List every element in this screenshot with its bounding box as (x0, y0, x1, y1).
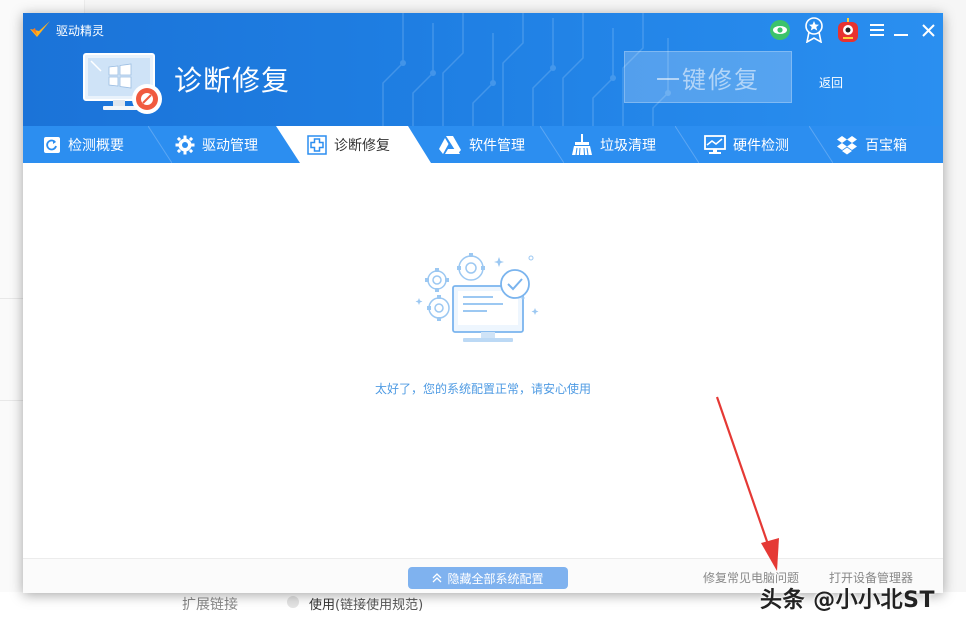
tab-separator (148, 126, 172, 163)
hide-all-config-label: 隐藏全部系统配置 (447, 571, 544, 586)
eye-protect-button[interactable] (763, 16, 797, 44)
tab-label: 硬件检测 (733, 137, 789, 154)
diagnose-monitor-icon (83, 53, 162, 114)
tab-overview[interactable]: 检测概要 (43, 126, 124, 163)
hamburger-icon (870, 24, 884, 36)
hide-all-config-button[interactable]: 隐藏全部系统配置 (408, 567, 568, 589)
refresh-doc-icon (44, 136, 60, 153)
tab-separator (809, 126, 833, 163)
page-title: 诊断修复 (174, 64, 291, 97)
tab-diagnose-repair[interactable]: 诊断修复 (307, 126, 390, 163)
red-annotation-arrow (715, 396, 779, 571)
triangle-logo-icon (439, 135, 461, 154)
main-tab-bar: 检测概要 驱动管理 诊断修复 软件管理 垃圾清理 硬件检测 百宝箱 (23, 126, 943, 163)
close-button[interactable] (913, 16, 943, 44)
red-robot-icon (838, 18, 858, 42)
monitor-icon (704, 134, 726, 154)
one-click-repair-button[interactable]: 一键修复 (624, 51, 792, 103)
minimize-icon (894, 34, 908, 36)
background-divider (0, 400, 23, 401)
broom-icon (572, 133, 592, 155)
tab-driver-management[interactable]: 驱动管理 (175, 126, 258, 163)
tab-software-management[interactable]: 软件管理 (438, 126, 525, 163)
window-header: 驱动精灵 诊断修复 一键修复 返回 (23, 13, 943, 126)
green-eye-icon (770, 20, 790, 40)
extension-link-label: 扩展链接 (182, 597, 238, 613)
back-link[interactable]: 返回 (819, 74, 843, 91)
tab-separator (675, 126, 699, 163)
tab-toolbox[interactable]: 百宝箱 (836, 126, 907, 163)
content-area: 太好了，您的系统配置正常，请安心使用 (23, 163, 943, 558)
tab-label: 检测概要 (68, 137, 124, 154)
tab-label: 诊断修复 (334, 137, 390, 154)
minimize-button[interactable] (889, 16, 913, 44)
driver-genius-window: 驱动精灵 诊断修复 一键修复 返回 检测概要 驱动管理 诊断修复 软件管理 垃圾… (23, 13, 943, 593)
app-logo-icon (30, 21, 50, 37)
use-policy-link[interactable]: (链接使用规范) (335, 598, 423, 613)
use-radio[interactable] (287, 596, 299, 608)
tab-junk-cleanup[interactable]: 垃圾清理 (571, 126, 656, 163)
use-option[interactable]: 使用(链接使用规范) (309, 594, 423, 613)
use-label: 使用 (309, 598, 336, 613)
tab-label: 百宝箱 (865, 137, 907, 154)
background-divider (0, 298, 23, 299)
menu-button[interactable] (865, 16, 889, 44)
tab-label: 垃圾清理 (600, 137, 656, 154)
badge-button[interactable] (797, 16, 831, 44)
dropbox-icon (837, 135, 857, 154)
mascot-button[interactable] (831, 16, 865, 44)
status-message: 太好了，您的系统配置正常，请安心使用 (374, 382, 591, 396)
tab-hardware-detection[interactable]: 硬件检测 (704, 126, 789, 163)
watermark-text: 头条 @小小北ST (760, 588, 936, 613)
window-controls (763, 16, 943, 44)
tab-label: 软件管理 (469, 137, 525, 154)
gear-icon (175, 135, 195, 154)
system-ok-illustration (415, 253, 539, 342)
medal-star-icon (805, 17, 823, 43)
medical-cross-icon (307, 134, 327, 155)
close-icon (921, 23, 935, 37)
tab-separator (540, 126, 564, 163)
app-name: 驱动精灵 (56, 24, 105, 38)
tab-label: 驱动管理 (202, 137, 258, 154)
double-chevron-up-icon (433, 573, 442, 583)
